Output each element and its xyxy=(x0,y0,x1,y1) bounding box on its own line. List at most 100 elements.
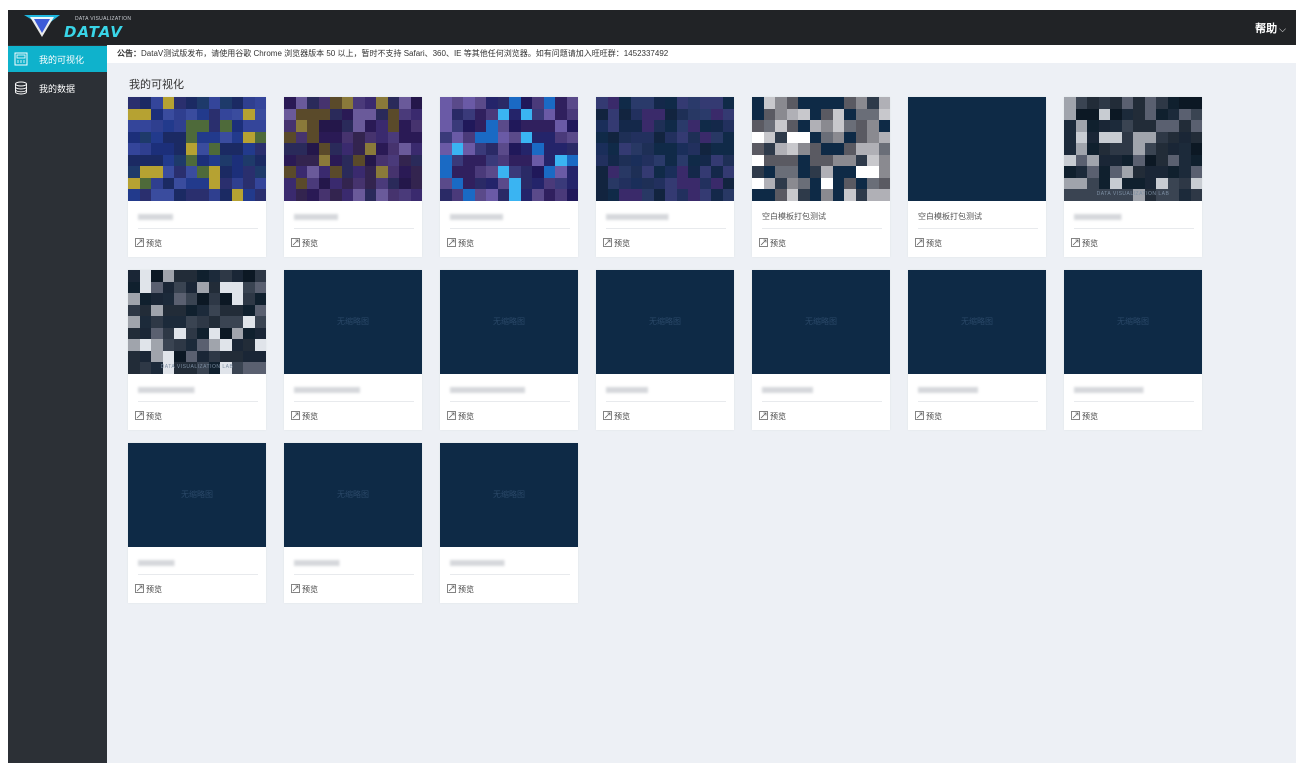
thumbnail-pixel xyxy=(162,131,175,144)
preview-icon xyxy=(1071,411,1080,420)
card-thumbnail[interactable]: 无缩略图 xyxy=(284,270,422,374)
preview-button[interactable]: 预览 xyxy=(291,237,318,249)
thumbnail-pixel xyxy=(1156,131,1168,144)
thumbnail-pixel xyxy=(254,97,266,109)
thumbnail-pixel xyxy=(220,270,232,282)
thumbnail-pixel xyxy=(642,154,654,167)
visualization-card[interactable]: 无缩略图预览 xyxy=(752,270,890,430)
thumbnail-pixel xyxy=(243,316,255,328)
preview-button[interactable]: 预览 xyxy=(915,237,942,249)
thumbnail-pixel xyxy=(451,177,464,190)
preview-button[interactable]: 预览 xyxy=(135,410,162,422)
visualization-card[interactable]: 空白模板打包测试 预览 xyxy=(908,97,1046,257)
preview-button[interactable]: 预览 xyxy=(1071,410,1098,422)
visualization-card[interactable]: 无缩略图预览 xyxy=(1064,270,1202,430)
card-thumbnail[interactable] xyxy=(128,97,266,201)
thumbnail-pixel xyxy=(509,97,521,109)
card-title xyxy=(138,560,190,566)
thumbnail-pixel xyxy=(410,97,422,109)
preview-button[interactable]: 预览 xyxy=(1071,237,1098,249)
datav-logo[interactable]: DATA VISUALIZATION DATAV xyxy=(24,13,134,41)
thumbnail-pixel xyxy=(653,120,666,132)
thumbnail-pixel xyxy=(151,281,163,294)
thumbnail-pixel xyxy=(1121,166,1134,178)
visualization-card[interactable]: 空白模板打包测试 预览 xyxy=(752,97,890,257)
preview-button[interactable]: 预览 xyxy=(447,410,474,422)
thumbnail-pixel xyxy=(878,189,890,201)
visualization-card[interactable]: 无缩略图预览 xyxy=(284,443,422,603)
thumbnail-pixel xyxy=(376,143,388,155)
card-thumbnail[interactable]: 无缩略图 xyxy=(440,443,578,547)
card-divider xyxy=(138,401,258,402)
preview-button[interactable]: 预览 xyxy=(447,237,474,249)
thumbnail-pixel xyxy=(844,166,856,178)
card-thumbnail[interactable]: 无缩略图 xyxy=(752,270,890,374)
card-thumbnail[interactable] xyxy=(596,97,734,201)
preview-label: 预览 xyxy=(302,585,318,594)
visualization-card[interactable]: 预览 xyxy=(596,97,734,257)
preview-button[interactable]: 预览 xyxy=(603,237,630,249)
card-thumbnail[interactable] xyxy=(752,97,890,201)
card-thumbnail[interactable] xyxy=(908,97,1046,201)
thumbnail-pixel xyxy=(832,108,845,121)
preview-button[interactable]: 预览 xyxy=(135,583,162,595)
card-thumbnail[interactable]: 无缩略图 xyxy=(440,270,578,374)
thumbnail-pixel xyxy=(509,177,521,190)
preview-button[interactable]: 预览 xyxy=(291,583,318,595)
thumbnail-pixel xyxy=(786,154,799,167)
thumbnail-pixel xyxy=(208,143,221,155)
card-thumbnail[interactable]: 无缩略图 xyxy=(908,270,1046,374)
visualization-card[interactable]: 无缩略图预览 xyxy=(440,270,578,430)
no-thumbnail-label: 无缩略图 xyxy=(1117,317,1149,326)
card-thumbnail[interactable]: DATA VISUALIZATION LAB xyxy=(128,270,266,374)
thumbnail-pixel xyxy=(566,143,578,155)
visualization-card[interactable]: 预览 xyxy=(284,97,422,257)
preview-button[interactable]: 预览 xyxy=(915,410,942,422)
visualization-card[interactable]: DATA VISUALIZATION LAB 预览 xyxy=(128,270,266,430)
thumbnail-pixel xyxy=(162,166,175,178)
sidebar-item-my-visualization[interactable]: 我的可视化 xyxy=(8,46,107,72)
thumbnail-pixel xyxy=(243,108,255,121)
card-thumbnail[interactable]: DATA VISUALIZATION LAB xyxy=(1064,97,1202,201)
visualization-card[interactable]: 无缩略图预览 xyxy=(128,443,266,603)
preview-button[interactable]: 预览 xyxy=(291,410,318,422)
sidebar-item-my-data[interactable]: 我的数据 xyxy=(8,75,107,101)
thumbnail-pixel xyxy=(752,177,764,190)
thumbnail-pixel xyxy=(307,120,319,132)
visualization-card[interactable]: 无缩略图预览 xyxy=(440,443,578,603)
thumbnail-pixel xyxy=(722,166,734,178)
visualization-card[interactable]: 无缩略图预览 xyxy=(284,270,422,430)
card-thumbnail[interactable]: 无缩略图 xyxy=(596,270,734,374)
visualization-card[interactable]: 预览 xyxy=(440,97,578,257)
card-thumbnail[interactable] xyxy=(284,97,422,201)
preview-button[interactable]: 预览 xyxy=(603,410,630,422)
preview-icon xyxy=(135,411,144,420)
thumbnail-pixel xyxy=(844,189,856,201)
visualization-card[interactable]: 预览 xyxy=(128,97,266,257)
no-thumbnail-label: 无缩略图 xyxy=(337,317,369,326)
thumbnail-pixel xyxy=(596,154,608,167)
thumbnail-pixel xyxy=(174,270,186,282)
preview-button[interactable]: 预览 xyxy=(447,583,474,595)
thumbnail-pixel xyxy=(151,166,163,178)
card-thumbnail[interactable]: 无缩略图 xyxy=(284,443,422,547)
preview-button[interactable]: 预览 xyxy=(759,237,786,249)
thumbnail-pixel xyxy=(208,131,221,144)
thumbnail-pixel xyxy=(486,131,498,144)
preview-button[interactable]: 预览 xyxy=(135,237,162,249)
preview-button[interactable]: 预览 xyxy=(759,410,786,422)
thumbnail-pixel xyxy=(1190,97,1202,109)
thumbnail-pixel xyxy=(665,143,677,155)
visualization-card[interactable]: DATA VISUALIZATION LAB 预览 xyxy=(1064,97,1202,257)
visualization-card[interactable]: 无缩略图预览 xyxy=(596,270,734,430)
preview-icon xyxy=(915,238,924,247)
card-thumbnail[interactable] xyxy=(440,97,578,201)
thumbnail-pixel xyxy=(197,166,209,178)
card-thumbnail[interactable]: 无缩略图 xyxy=(1064,270,1202,374)
thumbnail-pixel xyxy=(1179,143,1191,155)
thumbnail-pixel xyxy=(474,108,487,121)
visualization-card[interactable]: 无缩略图预览 xyxy=(908,270,1046,430)
card-thumbnail[interactable]: 无缩略图 xyxy=(128,443,266,547)
thumbnail-caption: DATA VISUALIZATION LAB xyxy=(160,364,234,370)
help-menu[interactable]: 帮助 ⌵ xyxy=(1255,20,1286,36)
